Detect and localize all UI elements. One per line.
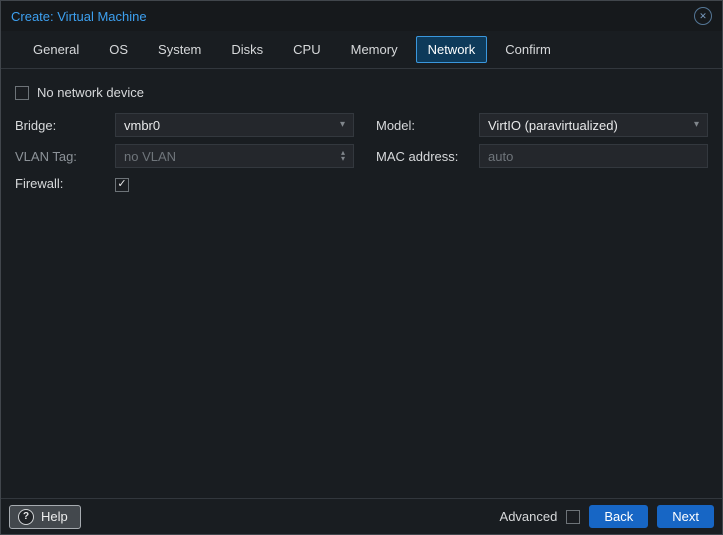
- footer-bar: ? Help Advanced Back Next: [1, 498, 722, 534]
- spinner-icon: ▴ ▾: [340, 149, 345, 163]
- bridge-label: Bridge:: [15, 117, 57, 133]
- tab-general[interactable]: General: [21, 36, 91, 63]
- tab-disks[interactable]: Disks: [219, 36, 275, 63]
- no-network-device-checkbox[interactable]: [15, 85, 29, 100]
- mac-address-input[interactable]: auto: [479, 144, 708, 168]
- footer-actions: Advanced Back Next: [500, 505, 714, 528]
- vlan-tag-label: VLAN Tag:: [15, 148, 77, 164]
- model-value: VirtIO (paravirtualized): [488, 117, 618, 133]
- vlan-tag-placeholder: no VLAN: [124, 148, 177, 164]
- tab-memory[interactable]: Memory: [339, 36, 410, 63]
- tab-confirm[interactable]: Confirm: [493, 36, 563, 63]
- help-icon: ?: [18, 508, 34, 525]
- mac-address-label: MAC address:: [376, 148, 459, 164]
- help-button[interactable]: ? Help: [9, 504, 81, 529]
- check-icon: ✓: [117, 178, 127, 190]
- firewall-checkbox[interactable]: ✓: [115, 177, 129, 192]
- tab-system[interactable]: System: [146, 36, 213, 63]
- advanced-label: Advanced: [499, 509, 558, 524]
- bridge-select[interactable]: vmbr0 ▾: [115, 113, 354, 137]
- model-select[interactable]: VirtIO (paravirtualized) ▾: [479, 113, 708, 137]
- tab-cpu[interactable]: CPU: [281, 36, 332, 63]
- chevron-down-icon: ▾: [339, 119, 345, 130]
- title-bar: Create: Virtual Machine ✕: [1, 1, 722, 31]
- model-label: Model:: [376, 117, 416, 133]
- vlan-tag-spinner[interactable]: no VLAN ▴ ▾: [115, 144, 354, 168]
- no-network-device-row: No network device: [15, 85, 708, 100]
- network-form: No network device Bridge: vmbr0 ▾ Model:…: [15, 85, 708, 192]
- back-button[interactable]: Back: [589, 505, 649, 528]
- chevron-down-icon: ▾: [693, 119, 699, 130]
- no-network-device-label: No network device: [37, 85, 144, 100]
- firewall-label: Firewall:: [15, 175, 64, 191]
- network-tab-panel: No network device Bridge: vmbr0 ▾ Model:…: [1, 68, 722, 498]
- mac-address-placeholder: auto: [488, 148, 514, 164]
- advanced-checkbox[interactable]: [566, 509, 581, 524]
- create-vm-dialog: Create: Virtual Machine ✕ General OS Sys…: [0, 0, 723, 535]
- caret-down-icon: ▾: [340, 154, 345, 163]
- tab-network[interactable]: Network: [415, 36, 488, 63]
- next-button[interactable]: Next: [657, 505, 714, 528]
- close-icon[interactable]: ✕: [694, 7, 712, 25]
- dialog-title: Create: Virtual Machine: [11, 8, 147, 24]
- help-button-label: Help: [41, 509, 68, 524]
- firewall-checkbox-cell: ✓: [115, 175, 354, 192]
- bridge-value: vmbr0: [124, 117, 161, 133]
- tab-os[interactable]: OS: [97, 36, 140, 63]
- tab-bar: General OS System Disks CPU Memory Netwo…: [1, 31, 722, 68]
